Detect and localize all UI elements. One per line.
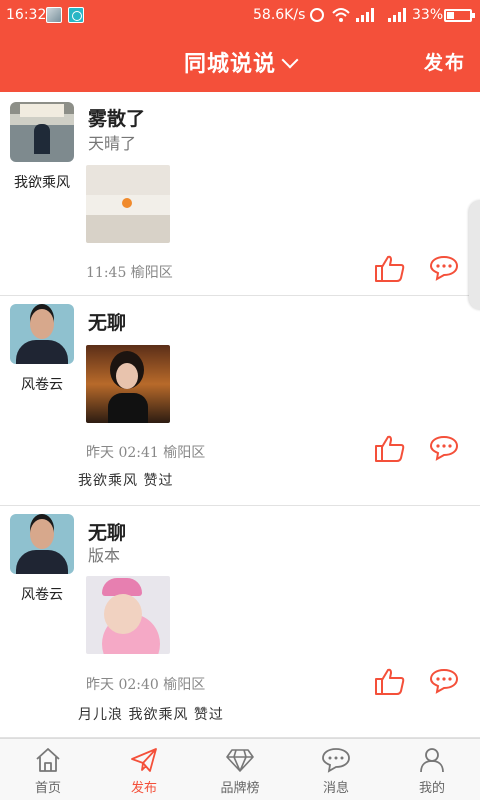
post-nickname[interactable]: 风卷云 (10, 372, 74, 398)
tab-publish[interactable]: 发布 (96, 739, 192, 800)
publish-button[interactable]: 发布 (424, 48, 466, 75)
image-notification-icon (46, 7, 62, 23)
post-subtitle: 天晴了 (88, 134, 137, 153)
battery-icon (444, 9, 475, 22)
page-title: 同城说说 (183, 51, 276, 77)
avatar[interactable] (10, 304, 74, 364)
post-title: 无聊 (88, 522, 127, 544)
tab-label: 发布 (130, 781, 157, 796)
city-feed-selector[interactable]: 同城说说 (0, 46, 480, 78)
tab-label: 首页 (34, 781, 61, 796)
chevron-down-icon (281, 51, 299, 69)
alarm-icon (310, 8, 324, 22)
post-time-location: 昨天 02:40 榆阳区 (86, 677, 206, 693)
user-icon (420, 748, 444, 773)
thumbs-up-icon[interactable] (374, 667, 406, 695)
comment-icon[interactable] (430, 668, 458, 694)
avatar[interactable] (10, 514, 74, 574)
tab-messages[interactable]: 消息 (288, 739, 384, 800)
chat-bubble-icon (322, 748, 350, 773)
feed-post: 我欲乘风 雾散了 天晴了 11:45 榆阳区 (0, 92, 480, 296)
tab-label: 我的 (418, 781, 445, 796)
diamond-icon (226, 749, 254, 772)
comment-icon[interactable] (430, 255, 458, 281)
signal-4g-icon (356, 8, 380, 22)
avatar[interactable] (10, 102, 74, 162)
post-likes: 月儿浪 我欲乘风 赞过 (78, 707, 224, 723)
feed-post: 风卷云 无聊 版本 昨天 02:40 榆阳区 月儿浪 我欲乘风 赞过 (0, 506, 480, 738)
post-photo[interactable] (86, 165, 170, 243)
paper-plane-icon (131, 748, 157, 772)
thumbs-up-icon[interactable] (374, 254, 406, 282)
post-subtitle: 版本 (88, 546, 121, 565)
comment-icon[interactable] (430, 435, 458, 461)
post-time-location: 11:45 榆阳区 (86, 265, 173, 281)
post-title: 无聊 (88, 312, 127, 334)
battery-percent: 33% (412, 7, 444, 23)
side-drawer-handle[interactable] (469, 200, 480, 310)
status-time: 16:32 (6, 7, 47, 23)
tab-label: 消息 (322, 781, 349, 796)
post-likes: 我欲乘风 赞过 (78, 473, 174, 489)
wifi-icon (332, 8, 350, 22)
tab-profile[interactable]: 我的 (384, 739, 480, 800)
bottom-tab-bar: 首页 发布 品牌榜 消息 我的 (0, 738, 480, 800)
post-nickname[interactable]: 风卷云 (10, 582, 74, 608)
thumbs-up-icon[interactable] (374, 434, 406, 462)
tab-home[interactable]: 首页 (0, 739, 96, 800)
network-speed: 58.6K/s (253, 7, 306, 23)
post-photo[interactable] (86, 576, 170, 654)
post-time-location: 昨天 02:41 榆阳区 (86, 445, 206, 461)
tab-label: 品牌榜 (220, 781, 260, 796)
post-title: 雾散了 (88, 108, 146, 130)
home-icon (36, 748, 60, 772)
app-header: 同城说说 发布 (0, 32, 480, 92)
status-bar: 16:32 58.6K/s 33% (0, 0, 480, 32)
signal-2g-icon (388, 8, 408, 22)
feed-post: 风卷云 无聊 昨天 02:41 榆阳区 我欲乘风 赞过 (0, 296, 480, 506)
post-nickname[interactable]: 我欲乘风 (10, 170, 74, 196)
app-notification-icon (68, 7, 84, 23)
tab-brand-ranking[interactable]: 品牌榜 (192, 739, 288, 800)
post-photo[interactable] (86, 345, 170, 423)
